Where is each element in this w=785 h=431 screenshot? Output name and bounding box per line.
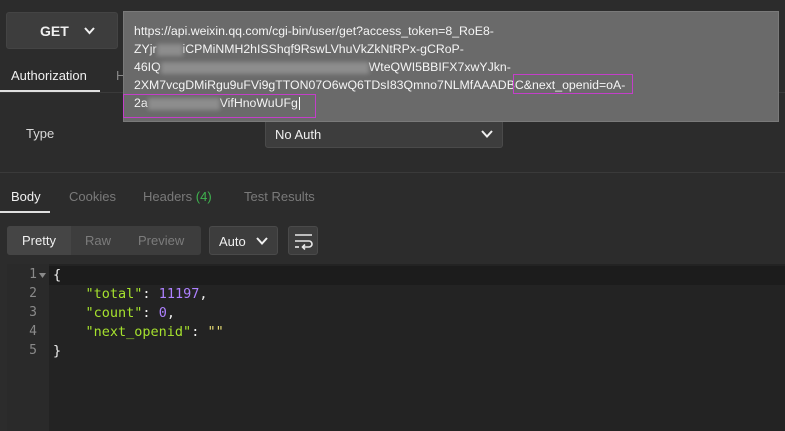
url-line-2: ZYjr iCPMiNMH2hISShqf9RswLVhuVkZkNtRPx-gC…: [134, 42, 464, 56]
url-line-4: 2XM7vcgDMiRgu9uFVi9gTTON07O6wQ6TDsI83Qmn…: [134, 78, 626, 92]
response-tabs: Body Cookies Headers (4) Test Results: [0, 178, 785, 214]
tab-authorization[interactable]: Authorization: [11, 68, 87, 83]
tab-test-results[interactable]: Test Results: [244, 189, 315, 204]
highlight-box: [513, 74, 633, 94]
code-line-1: {: [53, 267, 62, 283]
tab-cookies[interactable]: Cookies: [69, 189, 116, 204]
response-body-editor[interactable]: 1 2 3 4 5 { "total": 11197, "count": 0, …: [7, 264, 785, 431]
auth-type-select[interactable]: No Auth: [265, 119, 503, 148]
active-tab-indicator: [0, 211, 50, 213]
raw-button[interactable]: Raw: [85, 233, 111, 248]
tab-body[interactable]: Body: [11, 189, 41, 204]
code-line-5: }: [53, 343, 62, 359]
chevron-down-icon: [256, 237, 268, 245]
auth-type-value: No Auth: [275, 127, 322, 142]
fold-arrow-icon[interactable]: [39, 273, 46, 278]
preview-button[interactable]: Preview: [138, 233, 184, 248]
code-line-3: "count": 0,: [85, 305, 175, 321]
chevron-down-icon: [481, 130, 493, 138]
headers-count-badge: (4): [195, 189, 212, 204]
pretty-button[interactable]: Pretty: [22, 233, 56, 248]
url-line-1: https://api.weixin.qq.com/cgi-bin/user/g…: [134, 24, 494, 38]
view-mode-group: Pretty Raw Preview: [7, 226, 201, 255]
divider: [0, 172, 785, 173]
chevron-down-icon: [84, 27, 95, 35]
method-select[interactable]: GET: [6, 12, 118, 49]
line-number: 2: [29, 286, 37, 301]
wrap-lines-button[interactable]: [288, 226, 318, 255]
tab-headers-response[interactable]: Headers (4): [143, 189, 212, 204]
line-number-gutter: 1 2 3 4 5: [7, 264, 49, 431]
url-line-3: 46IQ WteQWI5BBIFX7xwYJkn-: [134, 60, 511, 74]
redacted-block: [160, 61, 369, 74]
auth-type-label: Type: [26, 126, 55, 141]
line-number: 1: [29, 267, 37, 282]
line-number: 4: [29, 324, 37, 339]
format-value: Auto: [219, 234, 246, 249]
redacted-block: [156, 43, 183, 56]
line-number: 3: [29, 305, 37, 320]
method-label: GET: [40, 22, 69, 39]
tab-headers-label: Headers: [143, 189, 193, 204]
code-line-2: "total": 11197,: [85, 286, 208, 302]
active-line-highlight: [49, 266, 785, 285]
highlight-box: [123, 94, 316, 118]
wrap-lines-icon: [295, 234, 313, 250]
format-select[interactable]: Auto: [209, 226, 278, 255]
code-line-4: "next_openid": "": [85, 324, 224, 340]
line-number: 5: [29, 343, 37, 358]
